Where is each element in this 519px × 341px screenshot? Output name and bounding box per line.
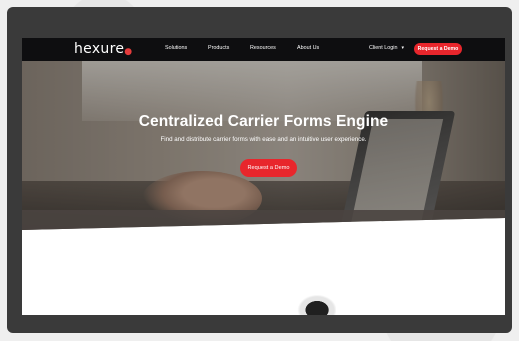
- nav-item-about-us[interactable]: About Us: [297, 45, 319, 51]
- device-frame: hexure● Solutions Products Resources Abo…: [7, 7, 512, 333]
- nav-item-products[interactable]: Products: [208, 45, 229, 51]
- client-login-dropdown[interactable]: Client Login ▾: [369, 45, 404, 51]
- nav-item-resources[interactable]: Resources: [250, 45, 276, 51]
- top-navigation: hexure● Solutions Products Resources Abo…: [22, 38, 505, 61]
- partial-image: [294, 292, 336, 315]
- website-screenshot: hexure● Solutions Products Resources Abo…: [22, 38, 505, 315]
- hero-title: Centralized Carrier Forms Engine: [138, 113, 389, 130]
- client-login-label: Client Login: [369, 45, 398, 51]
- chevron-down-icon: ▾: [401, 45, 404, 51]
- hero-diagonal-divider: [22, 210, 505, 250]
- nav-item-solutions[interactable]: Solutions: [165, 45, 187, 51]
- hero-request-demo-button[interactable]: Request a Demo: [240, 159, 297, 177]
- hexure-logo[interactable]: hexure●: [74, 41, 132, 57]
- logo-dot-icon: ●: [124, 47, 133, 57]
- hero-subtitle: Find and distribute carrier forms with e…: [160, 136, 367, 143]
- logo-text: hexure: [74, 41, 125, 57]
- nav-request-demo-button[interactable]: Request a Demo: [414, 43, 462, 55]
